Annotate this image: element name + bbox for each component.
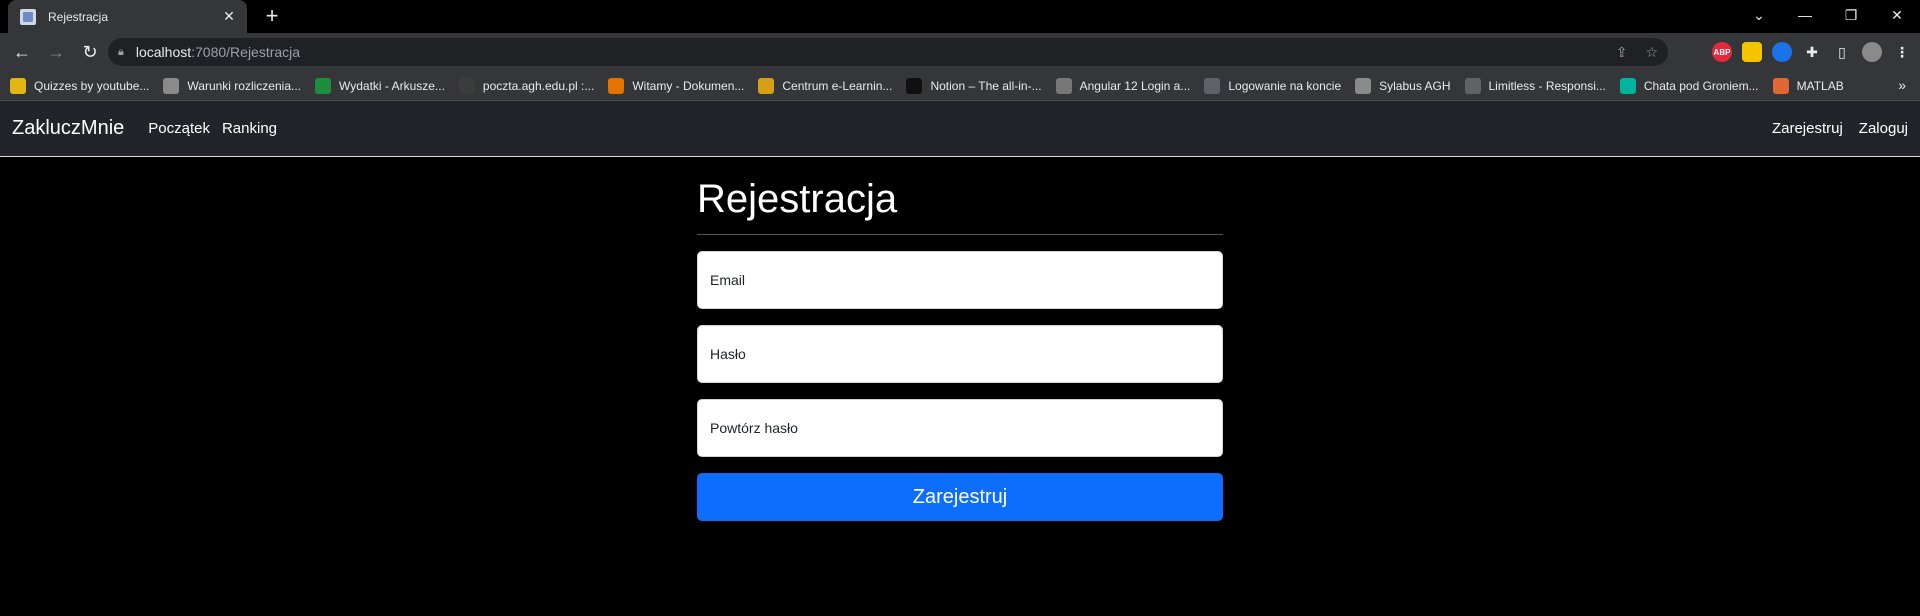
bookmark-label: Centrum e-Learnin...: [782, 78, 893, 93]
nav-link-login[interactable]: Zaloguj: [1859, 120, 1908, 137]
bookmark-favicon-icon: [1055, 77, 1072, 94]
brand-logo[interactable]: ZakluczMnie: [12, 117, 124, 140]
app-navbar: ZakluczMnie Początek Ranking Zarejestruj…: [0, 101, 1920, 157]
address-bar[interactable]: 🔒︎ localhost :7080/Rejestracja ⇪ ☆: [108, 38, 1668, 66]
close-window-button[interactable]: ✕: [1874, 0, 1920, 30]
bookmark-item[interactable]: Sylabus AGH: [1355, 77, 1451, 94]
nav-link-register[interactable]: Zarejestruj: [1772, 120, 1843, 137]
bookmark-label: MATLAB: [1796, 78, 1844, 93]
bookmark-item[interactable]: poczta.agh.edu.pl :...: [458, 77, 595, 94]
bookmark-item[interactable]: Notion – The all-in-...: [906, 77, 1042, 94]
bookmarks-bar: Quizzes by youtube... Warunki rozliczenia…: [0, 71, 1920, 101]
bookmark-favicon-icon: [458, 77, 475, 94]
bookmark-favicon-icon: [758, 77, 775, 94]
minimize-button[interactable]: —: [1782, 0, 1828, 30]
bookmark-label: Sylabus AGH: [1379, 78, 1451, 93]
bookmark-label: Angular 12 Login a...: [1079, 78, 1191, 93]
bookmark-item[interactable]: Quizzes by youtube...: [10, 77, 150, 94]
bookmark-item[interactable]: Angular 12 Login a...: [1055, 77, 1191, 94]
bookmark-item[interactable]: Warunki rozliczenia...: [163, 77, 301, 94]
bookmark-favicon-icon: [906, 77, 923, 94]
bookmark-label: Limitless - Responsi...: [1488, 78, 1606, 93]
url-path: :7080/Rejestracja: [191, 44, 301, 60]
bookmark-label: Witamy - Dokumen...: [632, 78, 745, 93]
bookmark-label: Logowanie na koncie: [1228, 78, 1342, 93]
bookmark-favicon-icon: [1619, 77, 1636, 94]
bookmarks-overflow-icon[interactable]: »: [1898, 77, 1906, 93]
email-field-wrapper: [697, 251, 1223, 309]
bookmark-label: Quizzes by youtube...: [34, 78, 150, 93]
email-field[interactable]: [710, 272, 1210, 288]
bookmark-label: Warunki rozliczenia...: [187, 78, 301, 93]
registration-form: Rejestracja Zarejestruj: [697, 157, 1223, 521]
bookmark-item[interactable]: Chata pod Groniem...: [1619, 77, 1759, 94]
url-host: localhost: [135, 44, 192, 60]
bookmark-favicon-icon: [608, 77, 625, 94]
bookmark-favicon-icon: [315, 77, 331, 94]
bookmark-label: Wydatki - Arkusze...: [339, 78, 445, 93]
extensions-area: ABP ✚ ▯ ⋮: [1712, 38, 1912, 66]
bookmark-label: poczta.agh.edu.pl :...: [482, 78, 595, 93]
tab-search-icon[interactable]: ⌄: [1736, 0, 1782, 30]
password-repeat-field-wrapper: [697, 399, 1223, 457]
restore-button[interactable]: ❐: [1828, 0, 1874, 30]
nav-right: Zarejestruj Zaloguj: [1772, 120, 1908, 137]
nav-link-poczatek[interactable]: Początek: [148, 120, 210, 137]
tab-title: Rejestracja: [48, 9, 109, 24]
password-repeat-field[interactable]: [710, 420, 1210, 436]
extensions-puzzle-icon[interactable]: ✚: [1802, 42, 1822, 62]
bookmark-favicon-icon: [163, 77, 180, 94]
bookmark-favicon-icon: [1772, 77, 1789, 94]
menu-icon[interactable]: ⋮: [1892, 42, 1912, 62]
profile-avatar[interactable]: [1862, 42, 1882, 62]
password-field-wrapper: [697, 325, 1223, 383]
window-controls: ⌄ — ❐ ✕: [1736, 0, 1920, 30]
bookmark-favicon-icon: [1204, 77, 1221, 94]
site-info-icon[interactable]: 🔒︎: [118, 46, 124, 59]
browser-tab-strip: Rejestracja ✕ + ⌄ — ❐ ✕: [0, 0, 1920, 33]
back-button[interactable]: ←: [8, 38, 36, 66]
extension-yellow-icon[interactable]: [1742, 42, 1762, 62]
share-icon[interactable]: ⇪: [1616, 44, 1628, 61]
bookmark-star-icon[interactable]: ☆: [1645, 44, 1658, 61]
nav-link-ranking[interactable]: Ranking: [222, 120, 277, 137]
bookmark-item[interactable]: Limitless - Responsi...: [1464, 77, 1606, 94]
bookmark-label: Notion – The all-in-...: [930, 78, 1042, 93]
register-button[interactable]: Zarejestruj: [697, 473, 1223, 521]
bookmark-item[interactable]: Logowanie na koncie: [1204, 77, 1342, 94]
bookmark-item[interactable]: Centrum e-Learnin...: [758, 77, 893, 94]
bookmark-favicon-icon: [10, 77, 26, 94]
forward-button[interactable]: →: [42, 38, 70, 66]
page-title: Rejestracja: [697, 177, 1223, 235]
shazam-icon[interactable]: [1772, 42, 1792, 62]
side-panel-icon[interactable]: ▯: [1832, 42, 1852, 62]
new-tab-button[interactable]: +: [260, 4, 284, 28]
browser-tab[interactable]: Rejestracja ✕: [8, 0, 247, 33]
page-favicon-icon: [20, 8, 36, 25]
close-tab-icon[interactable]: ✕: [221, 8, 237, 25]
reload-button[interactable]: ↻: [76, 38, 104, 66]
bookmark-favicon-icon: [1355, 77, 1372, 94]
bookmark-item[interactable]: MATLAB: [1772, 77, 1844, 94]
bookmark-item[interactable]: Wydatki - Arkusze...: [315, 77, 445, 94]
bookmark-label: Chata pod Groniem...: [1643, 78, 1759, 93]
bookmark-item[interactable]: Witamy - Dokumen...: [608, 77, 745, 94]
browser-toolbar: ← → ↻ 🔒︎ localhost :7080/Rejestracja ⇪ ☆…: [0, 33, 1920, 71]
password-field[interactable]: [710, 346, 1210, 362]
adblock-icon[interactable]: ABP: [1712, 42, 1732, 62]
bookmark-favicon-icon: [1464, 77, 1481, 94]
